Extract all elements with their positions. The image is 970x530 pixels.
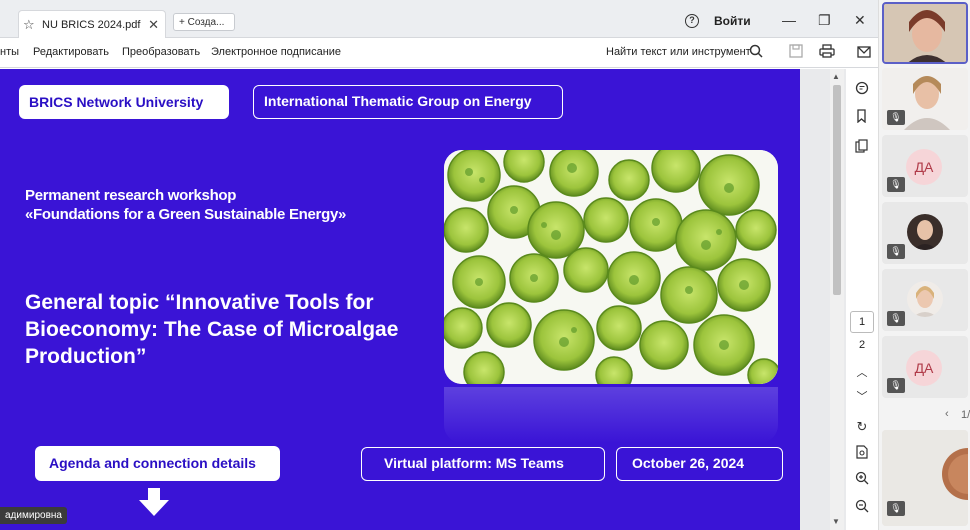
participant-tile-initials[interactable]: ДА 🎙 — [882, 135, 968, 197]
platform-badge: Virtual platform: MS Teams — [361, 447, 605, 481]
menu-item-edit[interactable]: Редактировать — [33, 46, 109, 58]
mic-off-icon: 🎙 — [887, 110, 905, 125]
right-tool-rail: 1 2 ︿ ﹀ ↻ — [846, 69, 878, 530]
sign-in-button[interactable]: Войти — [714, 14, 751, 28]
scroll-up-icon[interactable]: ▲ — [832, 72, 840, 81]
participants-panel: 🎙 ДА 🎙 🎙 🎙 ДА 🎙 ‹ 1/ 🎙 — [878, 0, 970, 530]
comment-icon[interactable] — [854, 81, 870, 97]
microalgae-image — [444, 150, 778, 384]
search-icon[interactable] — [746, 43, 766, 63]
agenda-button[interactable]: Agenda and connection details — [35, 446, 280, 481]
mic-off-icon: 🎙 — [887, 501, 905, 516]
workshop-line-2: «Foundations for a Green Sustainable Ene… — [25, 206, 347, 223]
total-pages: 2 — [858, 339, 866, 351]
zoom-in-icon[interactable] — [854, 471, 870, 487]
pdf-page-slide: BRICS Network University International T… — [0, 69, 800, 530]
participant-initials: ДА — [906, 149, 942, 185]
menu-item-convert[interactable]: Преобразовать — [122, 46, 200, 58]
page-settings-icon[interactable] — [854, 445, 870, 461]
mic-off-icon: 🎙 — [887, 244, 905, 259]
image-reflection — [444, 387, 778, 443]
menu-item-esign[interactable]: Электронное подписание — [211, 46, 341, 58]
workshop-line-1: Permanent research workshop — [25, 187, 237, 204]
brics-university-badge: BRICS Network University — [19, 85, 229, 119]
bookmark-icon[interactable] — [854, 109, 870, 125]
scrollbar-thumb[interactable] — [833, 85, 841, 295]
participant-initials: ДА — [906, 350, 942, 386]
page-number-input[interactable]: 1 — [850, 311, 874, 333]
help-icon[interactable]: ? — [685, 14, 699, 28]
zoom-out-icon[interactable] — [854, 499, 870, 515]
search-tools-label[interactable]: Найти текст или инструмент — [606, 46, 751, 58]
speaker-name-tag: адимировна — [0, 507, 67, 524]
participant-tile-avatar[interactable]: 🎙 — [882, 269, 968, 331]
participant-video — [884, 4, 966, 62]
avatar — [907, 214, 943, 250]
participant-tile-video-active[interactable] — [882, 2, 968, 64]
topic-line-3: Production” — [25, 345, 147, 368]
scroll-down-icon[interactable]: ▼ — [832, 517, 840, 526]
mic-off-icon: 🎙 — [887, 378, 905, 393]
print-icon[interactable] — [817, 43, 837, 63]
menu-item-tools[interactable]: нты — [0, 46, 19, 58]
close-tab-icon[interactable]: ✕ — [148, 17, 159, 33]
mic-off-icon: 🎙 — [887, 177, 905, 192]
vertical-scrollbar[interactable]: ▲ ▼ — [830, 69, 844, 530]
tab-title: NU BRICS 2024.pdf — [42, 18, 141, 31]
star-icon[interactable]: ☆ — [23, 17, 39, 33]
participant-tile-avatar[interactable]: 🎙 — [882, 202, 968, 264]
pdf-toolbar: нты Редактировать Преобразовать Электрон… — [0, 38, 878, 68]
tab-pdf[interactable]: ☆ NU BRICS 2024.pdf ✕ — [18, 10, 166, 38]
participant-tile-video[interactable]: 🎙 — [882, 430, 968, 526]
arrow-down-icon — [139, 488, 169, 516]
pages-icon[interactable] — [854, 139, 870, 155]
chevron-left-icon[interactable]: ‹ — [945, 408, 949, 420]
topic-line-1: General topic “Innovative Tools for — [25, 291, 374, 314]
pager-text: 1/ — [961, 409, 970, 421]
topic-line-2: Bioeconomy: The Case of Microalgae — [25, 318, 399, 341]
participant-tile-video[interactable]: 🎙 — [882, 68, 968, 130]
rotate-icon[interactable]: ↻ — [854, 419, 870, 435]
email-icon[interactable] — [854, 43, 874, 63]
thematic-group-badge: International Thematic Group on Energy — [253, 85, 563, 119]
chevron-up-icon[interactable]: ︿ — [854, 365, 870, 381]
document-viewer: BRICS Network University International T… — [0, 69, 878, 530]
close-window-icon[interactable]: ✕ — [854, 12, 866, 29]
browser-tab-strip: ☆ NU BRICS 2024.pdf ✕ + Созда... ? Войти… — [0, 0, 878, 38]
chevron-down-icon[interactable]: ﹀ — [854, 389, 870, 405]
save-icon[interactable] — [786, 43, 806, 63]
minimize-icon[interactable]: — — [782, 12, 796, 28]
participant-tile-initials[interactable]: ДА 🎙 — [882, 336, 968, 398]
participants-pager: ‹ 1/ — [879, 408, 970, 424]
new-tab-button[interactable]: + Созда... — [173, 13, 235, 31]
restore-icon[interactable]: ❐ — [818, 12, 831, 29]
mic-off-icon: 🎙 — [887, 311, 905, 326]
date-badge: October 26, 2024 — [616, 447, 783, 481]
avatar — [907, 281, 943, 317]
